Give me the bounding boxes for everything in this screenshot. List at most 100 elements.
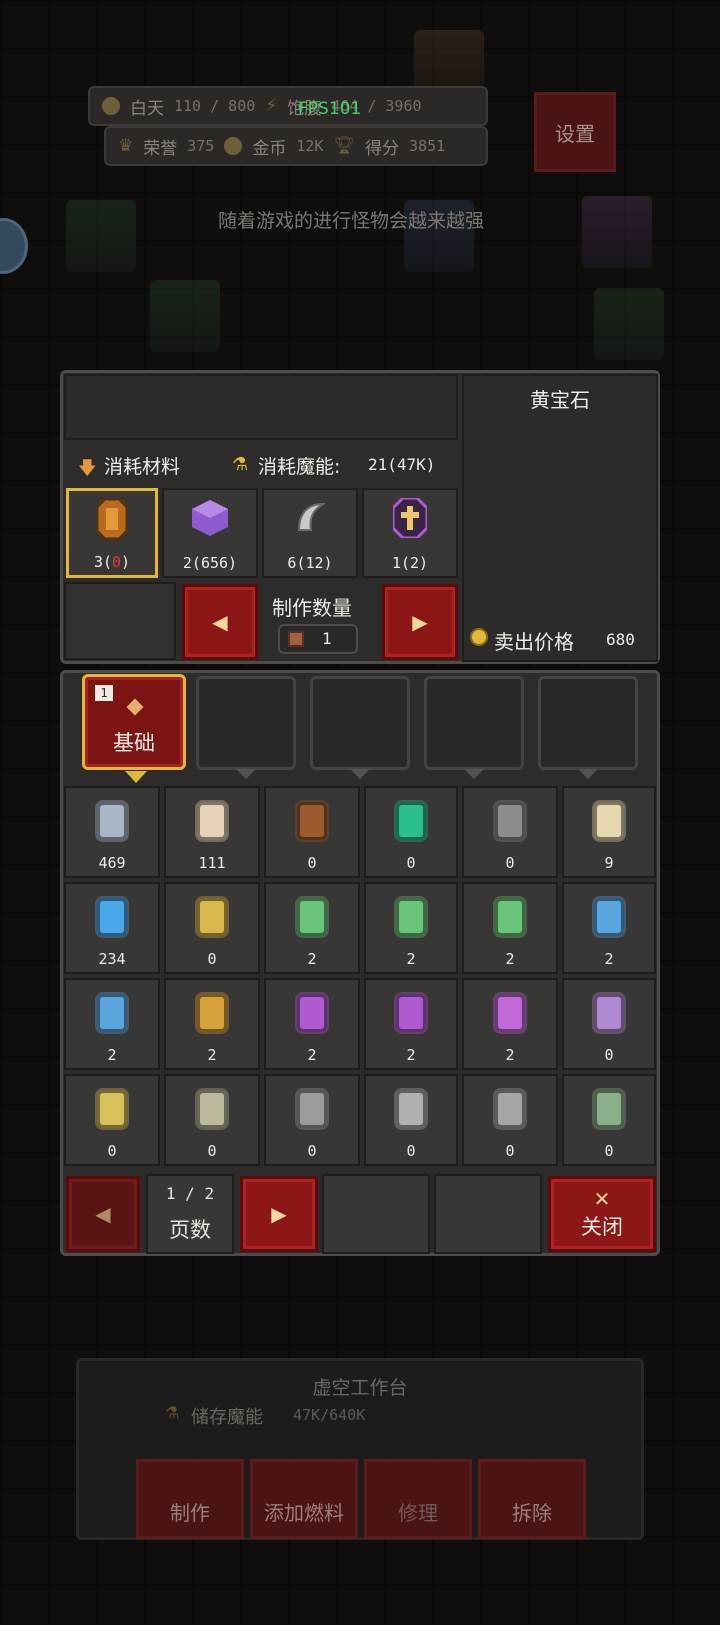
material-slot[interactable]: 1(2) [362,488,458,578]
page-next-button[interactable]: ▶ [240,1176,318,1252]
dismantle-button[interactable]: 拆除 [478,1459,586,1539]
item-slot[interactable]: 0 [264,786,360,878]
green-potion-icon [396,802,426,840]
item-slot[interactable]: 0 [364,1074,458,1166]
consume-mana-value: 21(47K) [368,455,436,474]
item-slot[interactable]: 469 [64,786,160,878]
house-deed-icon [594,802,624,840]
item-info-box [462,374,658,662]
clipboard-icon [495,802,525,840]
item-slot[interactable]: 2 [264,978,360,1070]
material-count: 2(656) [182,554,238,572]
item-count: 0 [406,1142,416,1160]
empty-slot [322,1174,430,1254]
stone-totem-icon [396,1090,426,1128]
tab-empty[interactable] [310,676,410,779]
item-slot[interactable]: 234 [64,882,160,974]
item-count: 0 [207,950,217,968]
item-slot[interactable]: 2 [364,882,458,974]
item-slot[interactable]: 0 [264,1074,360,1166]
coin-icon [470,628,488,646]
quantity-value: 1 [322,629,332,648]
add-fuel-button[interactable]: 添加燃料 [250,1459,358,1539]
item-name: 黄宝石 [530,388,590,412]
purple-cross-shield-icon [396,994,426,1032]
tab-basic[interactable]: 1 基础 [82,674,186,783]
item-slot[interactable]: 0 [462,786,558,878]
page-number: 1 / 2 [165,1184,215,1203]
score-label: 得分 [365,138,400,159]
claw-icon [297,502,325,531]
honor-label: 荣誉 [143,138,178,159]
grey-scroll-icon [97,802,127,840]
item-count: 2 [307,950,317,968]
quantity-decrease-button[interactable]: ◀ [182,584,258,660]
item-slot[interactable]: 0 [364,786,458,878]
workbench-title: 虚空工作台 [312,1377,408,1399]
item-slot[interactable]: 111 [164,786,260,878]
item-count: 2 [604,950,614,968]
material-slot[interactable]: 2(656) [162,488,258,578]
item-slot[interactable]: 2 [462,978,558,1070]
item-count: 469 [98,854,126,872]
item-slot[interactable]: 2 [164,978,260,1070]
repair-button[interactable]: 修理 [364,1459,472,1539]
tab-empty[interactable] [538,676,638,779]
item-slot[interactable]: 0 [164,1074,260,1166]
quantity-label: 制作数量 [272,596,352,620]
blue-gold-shield-icon [197,994,227,1032]
day-value: 110 / 800 [174,97,256,115]
amber-gem-icon [97,499,127,539]
tab-empty[interactable] [424,676,524,779]
page-indicator: 1 / 2 页数 [146,1174,234,1254]
quantity-field[interactable]: 1 [278,624,358,654]
item-slot[interactable]: 0 [562,1074,656,1166]
item-slot[interactable]: 2 [264,882,360,974]
workbench-mana-label: 储存魔能 [191,1407,263,1428]
day-status-bar: 白天 110 / 800 ⚡ 饱腹 464 / 3960 [88,86,488,126]
recipe-header-box [64,374,458,440]
item-slot[interactable]: 2 [462,882,558,974]
flask-icon: ⚗ [232,454,249,475]
day-label: 白天 [130,98,164,119]
sun-icon [102,97,120,115]
green-cross-shield-icon [396,898,426,936]
item-slot[interactable]: 9 [562,786,656,878]
settings-button[interactable]: 设置 [534,92,616,172]
tab-label: 基础 [113,731,155,755]
page-prev-button[interactable]: ◀ [66,1176,140,1252]
item-slot[interactable]: 0 [164,882,260,974]
item-slot[interactable]: 2 [364,978,458,1070]
purple-tablet-icon [297,994,327,1032]
fps-counter: FPS101 [298,99,362,119]
clay-pot-icon [297,802,327,840]
craft-button[interactable]: 制作 [136,1459,244,1539]
item-count: 0 [505,854,515,872]
purple-cube-icon [192,500,228,536]
item-count: 2 [406,1046,416,1064]
tab-badge: 1 [95,685,113,701]
green-gem-medal-icon [197,898,227,936]
material-shortage: 0 [112,553,122,571]
tab-empty[interactable] [196,676,296,779]
material-slot[interactable]: 6(12) [262,488,358,578]
close-button[interactable]: ✕ 关闭 [548,1176,656,1252]
item-slot[interactable]: 2 [64,978,160,1070]
honor-value: 375 [187,137,215,155]
item-slot[interactable]: 0 [64,1074,160,1166]
item-count: 2 [107,1046,117,1064]
material-slot[interactable]: 3(0) [66,488,158,578]
item-slot[interactable]: 2 [562,882,656,974]
item-count: 2 [406,950,416,968]
item-slot[interactable]: 0 [462,1074,558,1166]
item-count: 0 [307,854,317,872]
quantity-increase-button[interactable]: ▶ [382,584,458,660]
purple-cross-shield-icon [393,498,427,538]
purple-gem-shield-icon [495,994,525,1032]
item-slot[interactable]: 0 [562,978,656,1070]
paper-scroll-icon [197,802,227,840]
purple-eye-shield-icon [594,994,624,1032]
hint-text: 随着游戏的进行怪物会越来越强 [218,210,485,232]
green-tablet-icon [297,898,327,936]
material-count: 3(0) [93,553,131,571]
